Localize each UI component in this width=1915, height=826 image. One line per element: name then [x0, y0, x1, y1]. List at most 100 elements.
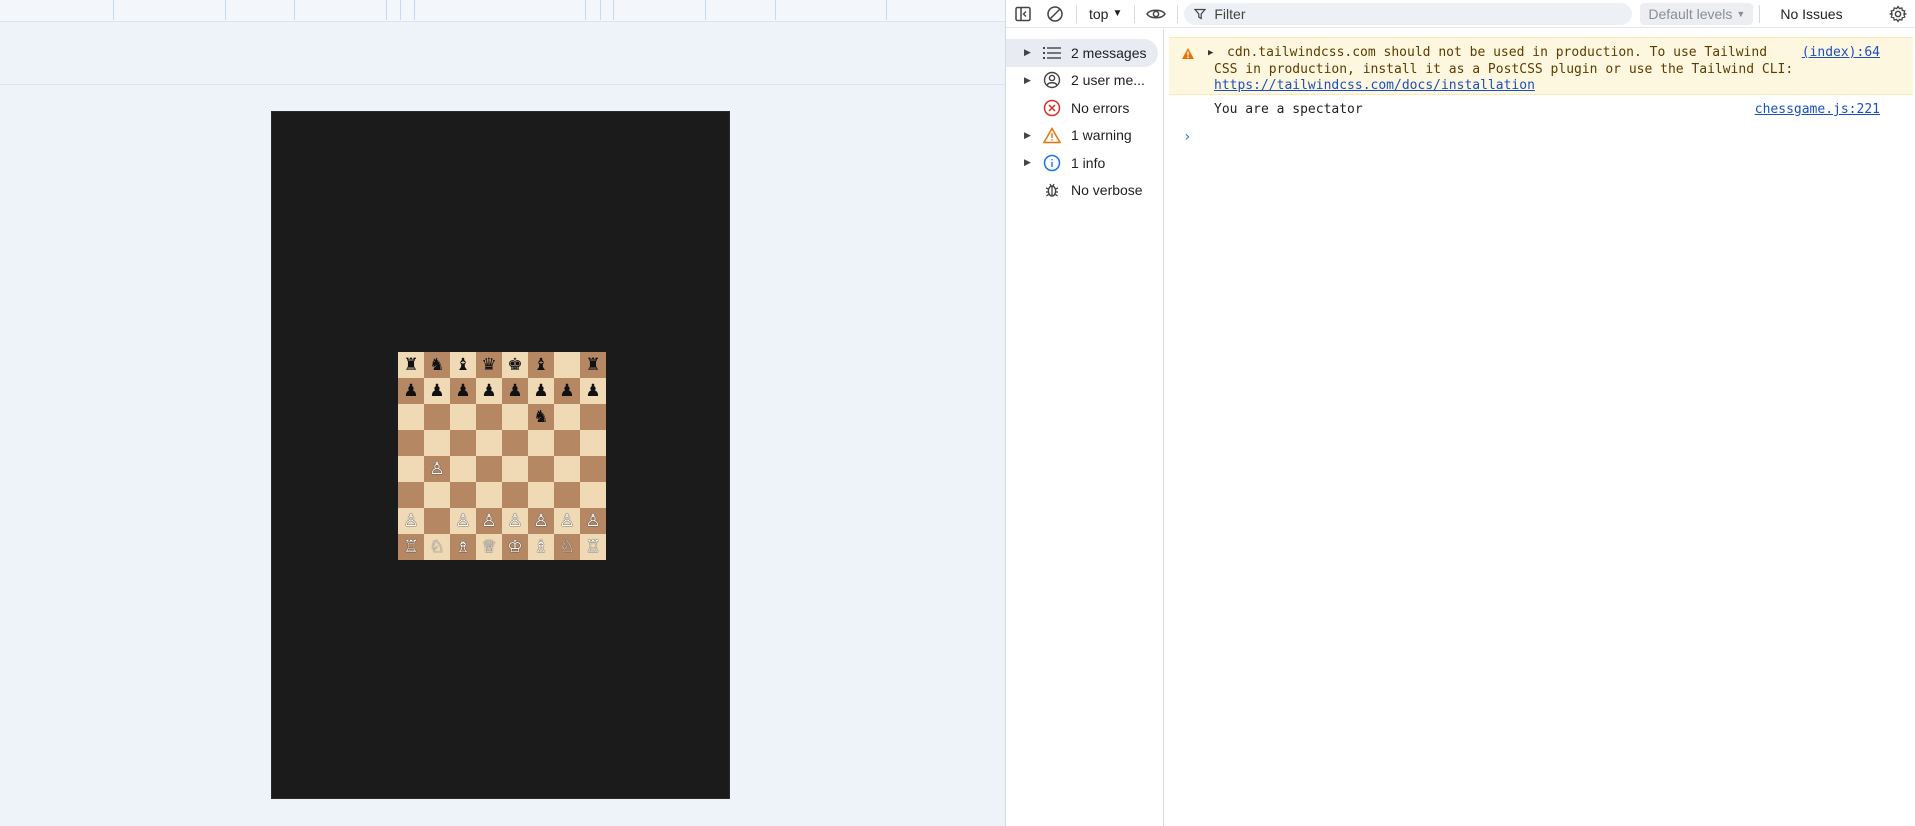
square-d3[interactable] [476, 482, 502, 508]
square-d2[interactable]: ♙ [476, 508, 502, 534]
square-c5[interactable] [450, 430, 476, 456]
chess-piece[interactable]: ♙ [559, 512, 574, 530]
square-a8[interactable]: ♜ [398, 352, 424, 378]
chess-piece[interactable]: ♟ [403, 382, 418, 400]
square-g5[interactable] [554, 430, 580, 456]
square-b4[interactable]: ♙ [424, 456, 450, 482]
sidebar-item-1-info[interactable]: ▶ 1 info [1006, 149, 1163, 177]
expand-arrow-icon[interactable]: ▶ [1024, 47, 1032, 58]
chess-piece[interactable]: ♗ [533, 538, 548, 556]
console-warning-message[interactable]: ▶ cdn.tailwindcss.com should not be used… [1169, 37, 1913, 95]
console-log-message[interactable]: You are a spectator chessgame.js:221 [1169, 99, 1913, 121]
chess-piece[interactable]: ♘ [559, 538, 574, 556]
gear-icon[interactable] [1886, 0, 1910, 28]
sidebar-item-no-errors[interactable]: No errors [1006, 94, 1163, 122]
square-e4[interactable] [502, 456, 528, 482]
chess-piece[interactable]: ♝ [533, 356, 548, 374]
square-d8[interactable]: ♛ [476, 352, 502, 378]
square-g4[interactable] [554, 456, 580, 482]
clear-console-icon[interactable] [1040, 0, 1070, 28]
square-d7[interactable]: ♟ [476, 378, 502, 404]
issues-counter[interactable]: No Issues [1780, 6, 1842, 22]
square-a3[interactable] [398, 482, 424, 508]
square-h2[interactable]: ♙ [580, 508, 606, 534]
chess-piece[interactable]: ♙ [533, 512, 548, 530]
square-e7[interactable]: ♟ [502, 378, 528, 404]
square-g3[interactable] [554, 482, 580, 508]
square-a5[interactable] [398, 430, 424, 456]
live-expression-eye-icon[interactable] [1141, 0, 1171, 28]
chess-piece[interactable]: ♘ [429, 538, 444, 556]
sidebar-item-no-verbose[interactable]: No verbose [1006, 177, 1163, 205]
square-b2[interactable] [424, 508, 450, 534]
square-h5[interactable] [580, 430, 606, 456]
console-prompt-input[interactable]: › [1183, 129, 1883, 149]
square-a2[interactable]: ♙ [398, 508, 424, 534]
square-g1[interactable]: ♘ [554, 534, 580, 560]
square-h4[interactable] [580, 456, 606, 482]
chess-piece[interactable]: ♖ [585, 538, 600, 556]
square-b6[interactable] [424, 404, 450, 430]
sidebar-item-2-messages[interactable]: ▶ 2 messages [1006, 39, 1158, 67]
chess-piece[interactable]: ♚ [507, 356, 522, 374]
chess-piece[interactable]: ♟ [585, 382, 600, 400]
square-g8[interactable] [554, 352, 580, 378]
chess-piece[interactable]: ♝ [455, 356, 470, 374]
chess-piece[interactable]: ♙ [455, 512, 470, 530]
square-f6[interactable]: ♞ [528, 404, 554, 430]
square-g2[interactable]: ♙ [554, 508, 580, 534]
square-b5[interactable] [424, 430, 450, 456]
chess-piece[interactable]: ♟ [559, 382, 574, 400]
warning-docs-link[interactable]: https://tailwindcss.com/docs/installatio… [1214, 78, 1535, 93]
square-a7[interactable]: ♟ [398, 378, 424, 404]
square-c3[interactable] [450, 482, 476, 508]
square-h1[interactable]: ♖ [580, 534, 606, 560]
chess-piece[interactable]: ♖ [403, 538, 418, 556]
square-b1[interactable]: ♘ [424, 534, 450, 560]
expand-arrow-icon[interactable]: ▶ [1208, 48, 1213, 58]
context-selector[interactable]: top ▼ [1083, 0, 1128, 28]
expand-arrow-icon[interactable]: ▶ [1024, 157, 1032, 168]
square-g7[interactable]: ♟ [554, 378, 580, 404]
chess-piece[interactable]: ♟ [455, 382, 470, 400]
square-b7[interactable]: ♟ [424, 378, 450, 404]
expand-arrow-icon[interactable]: ▶ [1024, 75, 1032, 86]
square-d4[interactable] [476, 456, 502, 482]
chess-piece[interactable]: ♟ [533, 382, 548, 400]
square-e8[interactable]: ♚ [502, 352, 528, 378]
square-f2[interactable]: ♙ [528, 508, 554, 534]
expand-arrow-icon[interactable]: ▶ [1024, 130, 1032, 141]
square-h6[interactable] [580, 404, 606, 430]
chess-piece[interactable]: ♗ [455, 538, 470, 556]
chess-piece[interactable]: ♞ [429, 356, 444, 374]
square-e2[interactable]: ♙ [502, 508, 528, 534]
chess-piece[interactable]: ♕ [481, 538, 496, 556]
square-d5[interactable] [476, 430, 502, 456]
square-a4[interactable] [398, 456, 424, 482]
square-g6[interactable] [554, 404, 580, 430]
chess-piece[interactable]: ♙ [585, 512, 600, 530]
square-e1[interactable]: ♔ [502, 534, 528, 560]
square-h7[interactable]: ♟ [580, 378, 606, 404]
square-b8[interactable]: ♞ [424, 352, 450, 378]
warning-source-link[interactable]: (index):64 [1802, 45, 1880, 60]
square-f4[interactable] [528, 456, 554, 482]
square-e5[interactable] [502, 430, 528, 456]
log-source-link[interactable]: chessgame.js:221 [1755, 102, 1880, 117]
sidebar-item-1-warning[interactable]: ▶ 1 warning [1006, 122, 1163, 150]
sidebar-toggle-icon[interactable] [1006, 0, 1040, 28]
square-c6[interactable] [450, 404, 476, 430]
sidebar-item-2-user-me[interactable]: ▶ 2 user me... [1006, 67, 1163, 95]
log-levels-dropdown[interactable]: Default levels ▼ [1640, 2, 1754, 25]
square-e6[interactable] [502, 404, 528, 430]
square-b3[interactable] [424, 482, 450, 508]
chess-piece[interactable]: ♙ [403, 512, 418, 530]
chess-piece[interactable]: ♙ [507, 512, 522, 530]
square-h8[interactable]: ♜ [580, 352, 606, 378]
square-f8[interactable]: ♝ [528, 352, 554, 378]
square-f3[interactable] [528, 482, 554, 508]
chess-piece[interactable]: ♟ [429, 382, 444, 400]
square-c4[interactable] [450, 456, 476, 482]
square-d1[interactable]: ♕ [476, 534, 502, 560]
filter-input[interactable]: Filter [1184, 2, 1633, 25]
